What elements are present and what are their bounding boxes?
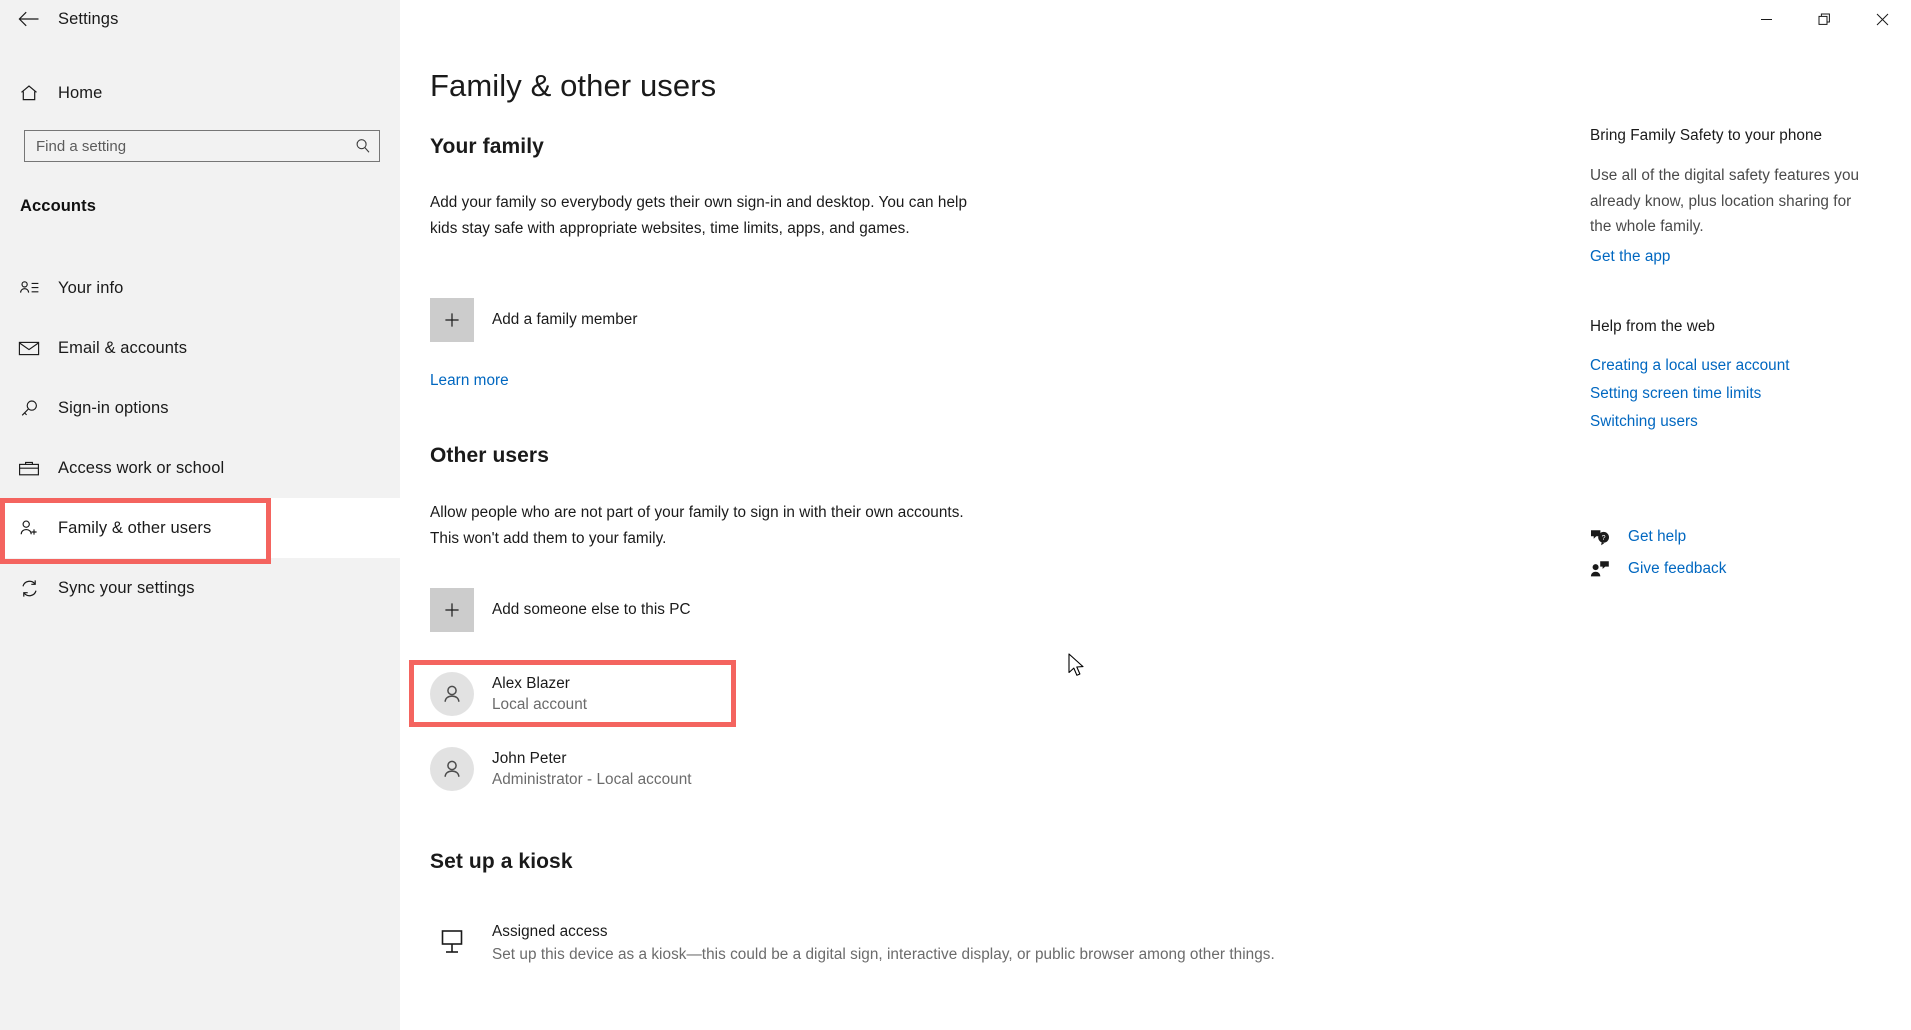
assigned-access-title: Assigned access: [492, 923, 608, 940]
title-bar-drag-area[interactable]: [400, 0, 1737, 38]
user-account-name: John Peter: [492, 748, 692, 769]
plus-icon: [430, 588, 474, 632]
section-heading-your-family: Your family: [430, 135, 544, 159]
kiosk-display-icon: [430, 920, 474, 958]
help-from-web-heading: Help from the web: [1590, 318, 1715, 336]
app-title: Settings: [58, 10, 118, 29]
promo-body: Use all of the digital safety features y…: [1590, 163, 1875, 240]
home-icon: [0, 83, 58, 103]
add-someone-else-label: Add someone else to this PC: [492, 601, 691, 619]
search-box[interactable]: [24, 130, 380, 162]
give-feedback-button[interactable]: Give feedback: [1590, 553, 1726, 585]
help-link[interactable]: Setting screen time limits: [1590, 385, 1790, 403]
title-bar-left: Settings: [0, 0, 400, 38]
person-avatar-icon: [430, 747, 474, 791]
sidebar-item-label: Email & accounts: [58, 339, 187, 358]
sidebar-item-label: Access work or school: [58, 459, 224, 478]
svg-text:?: ?: [1602, 535, 1606, 542]
key-icon: [0, 398, 58, 419]
your-family-description: Add your family so everybody gets their …: [430, 190, 990, 241]
briefcase-icon: [0, 459, 58, 478]
add-family-member-button[interactable]: Add a family member: [430, 298, 637, 342]
assigned-access-button[interactable]: Assigned access Set up this device as a …: [430, 920, 1275, 966]
sidebar-item-email-accounts[interactable]: Email & accounts: [0, 318, 400, 378]
user-account-name: Alex Blazer: [492, 673, 587, 694]
sidebar-item-signin-options[interactable]: Sign-in options: [0, 378, 400, 438]
get-the-app-link[interactable]: Get the app: [1590, 248, 1671, 266]
user-account-row[interactable]: Alex Blazer Local account: [430, 665, 1150, 723]
add-family-member-label: Add a family member: [492, 311, 637, 329]
plus-icon: [430, 298, 474, 342]
assigned-access-description: Set up this device as a kiosk—this could…: [492, 946, 1275, 963]
promo-heading: Bring Family Safety to your phone: [1590, 127, 1822, 145]
search-input[interactable]: [24, 130, 380, 162]
sidebar-item-label: Sync your settings: [58, 579, 195, 598]
sidebar-item-home-label: Home: [58, 84, 102, 103]
envelope-icon: [0, 339, 58, 357]
sidebar-item-label: Family & other users: [58, 519, 211, 538]
main-content: Family & other users Your family Add you…: [400, 0, 1551, 1030]
other-users-description: Allow people who are not part of your fa…: [430, 500, 990, 551]
sidebar-item-family-other-users[interactable]: Family & other users: [0, 498, 400, 558]
give-feedback-label[interactable]: Give feedback: [1628, 560, 1726, 578]
help-links-list: Creating a local user account Setting sc…: [1590, 357, 1790, 441]
user-account-type: Local account: [492, 694, 587, 716]
title-bar: Settings: [0, 0, 1911, 38]
window-controls: [1737, 0, 1911, 38]
sidebar-nav-list: Your info Email & accounts Sign-in optio…: [0, 258, 400, 618]
settings-sidebar: Home Accounts Your info: [0, 0, 400, 1030]
contact-card-icon: [0, 278, 58, 298]
sidebar-item-label: Sign-in options: [58, 399, 169, 418]
user-account-type: Administrator - Local account: [492, 769, 692, 791]
add-person-icon: [0, 518, 58, 539]
sidebar-section-title: Accounts: [20, 197, 96, 216]
get-help-button[interactable]: ? Get help: [1590, 521, 1726, 553]
learn-more-link[interactable]: Learn more: [430, 372, 509, 390]
help-link[interactable]: Creating a local user account: [1590, 357, 1790, 375]
support-links: ? Get help Give feedback: [1590, 521, 1726, 585]
close-icon[interactable]: [1853, 0, 1911, 38]
help-link[interactable]: Switching users: [1590, 413, 1790, 431]
give-feedback-icon: [1590, 560, 1628, 578]
get-help-label[interactable]: Get help: [1628, 528, 1686, 546]
section-heading-kiosk: Set up a kiosk: [430, 850, 573, 874]
sync-icon: [0, 578, 58, 599]
sidebar-item-access-work-school[interactable]: Access work or school: [0, 438, 400, 498]
section-heading-other-users: Other users: [430, 444, 549, 468]
minimize-icon[interactable]: [1737, 0, 1795, 38]
add-someone-else-button[interactable]: Add someone else to this PC: [430, 588, 691, 632]
sidebar-item-your-info[interactable]: Your info: [0, 258, 400, 318]
back-arrow-icon[interactable]: [0, 0, 58, 38]
get-help-icon: ?: [1590, 528, 1628, 546]
page-title: Family & other users: [430, 68, 716, 104]
sidebar-item-label: Your info: [58, 279, 123, 298]
right-rail: Bring Family Safety to your phone Use al…: [1590, 0, 1911, 1030]
restore-icon[interactable]: [1795, 0, 1853, 38]
user-account-row[interactable]: John Peter Administrator - Local account: [430, 740, 1150, 798]
person-avatar-icon: [430, 672, 474, 716]
sidebar-item-sync-your-settings[interactable]: Sync your settings: [0, 558, 400, 618]
sidebar-item-home[interactable]: Home: [0, 72, 400, 114]
